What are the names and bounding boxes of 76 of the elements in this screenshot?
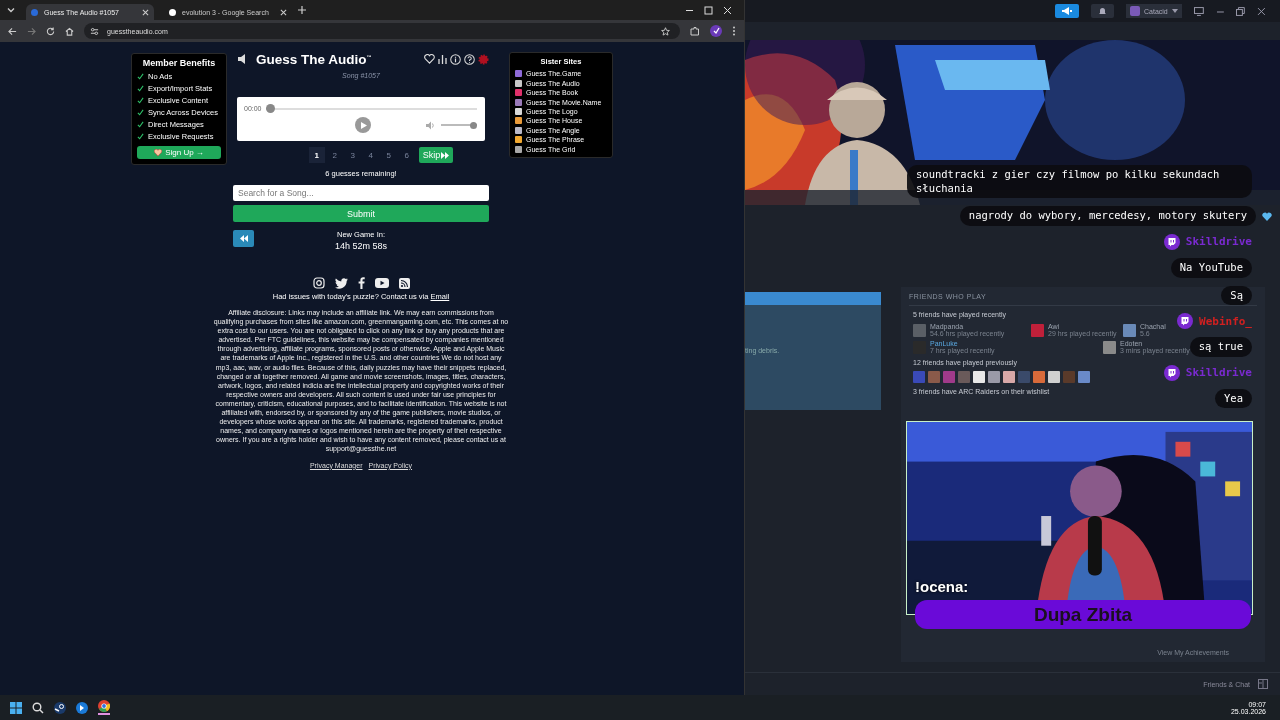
- slider-thumb[interactable]: [265, 104, 275, 113]
- youtube-icon[interactable]: [374, 278, 389, 288]
- volume-slider[interactable]: [441, 121, 477, 129]
- previous-button[interactable]: [233, 230, 254, 247]
- forward-icon[interactable]: [27, 26, 36, 36]
- info-icon[interactable]: [450, 53, 461, 65]
- announcements-button[interactable]: [1055, 4, 1079, 18]
- panel-title: Member Benefits: [141, 58, 217, 68]
- maximize-icon[interactable]: [704, 5, 713, 15]
- menu-icon[interactable]: [732, 26, 736, 36]
- steam-icon[interactable]: [54, 701, 66, 714]
- close-icon[interactable]: [280, 8, 287, 16]
- chat-username: Skilldrive: [1185, 235, 1252, 249]
- caret-icon: [1171, 9, 1178, 13]
- bell-icon: [1098, 7, 1106, 15]
- chat-message: nagrody do wybory, mercedesy, motory skutery: [959, 206, 1256, 226]
- chat-message: Są: [1221, 285, 1252, 306]
- notifications-button[interactable]: [1090, 4, 1115, 18]
- speaker-icon: [237, 54, 248, 64]
- fast-forward-icon: [441, 151, 450, 159]
- reload-icon[interactable]: [46, 26, 55, 36]
- monitor-icon[interactable]: [1193, 6, 1204, 16]
- new-tab-icon[interactable]: [298, 6, 306, 14]
- friend-avatar[interactable]: [1103, 340, 1116, 354]
- friend-avatar[interactable]: [1031, 323, 1044, 337]
- megaphone-icon: [1061, 7, 1072, 15]
- close-icon[interactable]: [1257, 6, 1266, 16]
- chrome-icon[interactable]: [98, 700, 110, 715]
- guess-step: 1: [308, 147, 325, 163]
- favicon-icon: [169, 8, 176, 16]
- back-icon[interactable]: [8, 26, 17, 36]
- rss-icon[interactable]: [398, 277, 410, 289]
- close-icon[interactable]: [142, 8, 149, 16]
- play-button[interactable]: [354, 117, 371, 133]
- account-avatar: [1130, 6, 1141, 16]
- heart-icon: [154, 149, 163, 156]
- friend-avatar[interactable]: [1123, 323, 1136, 337]
- extensions-icon[interactable]: [690, 26, 700, 36]
- site-info-icon[interactable]: [90, 26, 99, 36]
- guess-step: 2: [326, 147, 343, 163]
- rewind-icon: [239, 235, 248, 242]
- help-icon[interactable]: [464, 53, 475, 65]
- chat-message: soundtracki z gier czy filmow po kilku sekundach słuchania: [907, 165, 1252, 199]
- chat-username: Skilldrive: [1185, 366, 1252, 380]
- twitch-icon: [1163, 364, 1180, 381]
- twitch-icon: [1177, 313, 1193, 330]
- song-search-field[interactable]: Search for a Song...: [233, 185, 489, 201]
- rating-text: Dupa Zbita: [1033, 603, 1133, 626]
- home-icon[interactable]: [65, 26, 74, 36]
- game-title: Guess The Audio$^{™}$: [256, 51, 372, 67]
- chat-message: Na YouTube: [1170, 257, 1252, 278]
- play-icon: [360, 121, 367, 129]
- slider-thumb[interactable]: [470, 121, 477, 129]
- instagram-icon[interactable]: [312, 277, 325, 289]
- stats-icon[interactable]: [438, 54, 447, 64]
- facebook-icon[interactable]: [357, 277, 365, 289]
- heart-icon[interactable]: [424, 54, 435, 64]
- twitter-bird-icon[interactable]: [334, 277, 348, 289]
- twitch-icon: [1163, 233, 1180, 250]
- tab-list-icon[interactable]: [6, 5, 16, 15]
- favicon-icon: [31, 8, 38, 16]
- app-icon[interactable]: [76, 701, 88, 714]
- restore-icon[interactable]: [1236, 6, 1246, 16]
- overlay-label: !ocena:: [915, 578, 969, 595]
- guess-step: 3: [344, 147, 361, 163]
- chat-message: są true: [1189, 337, 1252, 357]
- guess-step: 5: [380, 147, 397, 163]
- chat-icon[interactable]: [1258, 679, 1268, 689]
- chat-username: Webinfo_: [1199, 314, 1252, 328]
- bookmark-star-icon[interactable]: [661, 26, 670, 36]
- countdown-timer: 14h 52m 58s: [334, 241, 387, 251]
- guess-step: 6: [398, 147, 415, 163]
- search-icon[interactable]: [32, 701, 44, 714]
- profile-icon[interactable]: [710, 25, 722, 37]
- start-icon[interactable]: [10, 701, 22, 714]
- guess-step: 4: [362, 147, 379, 163]
